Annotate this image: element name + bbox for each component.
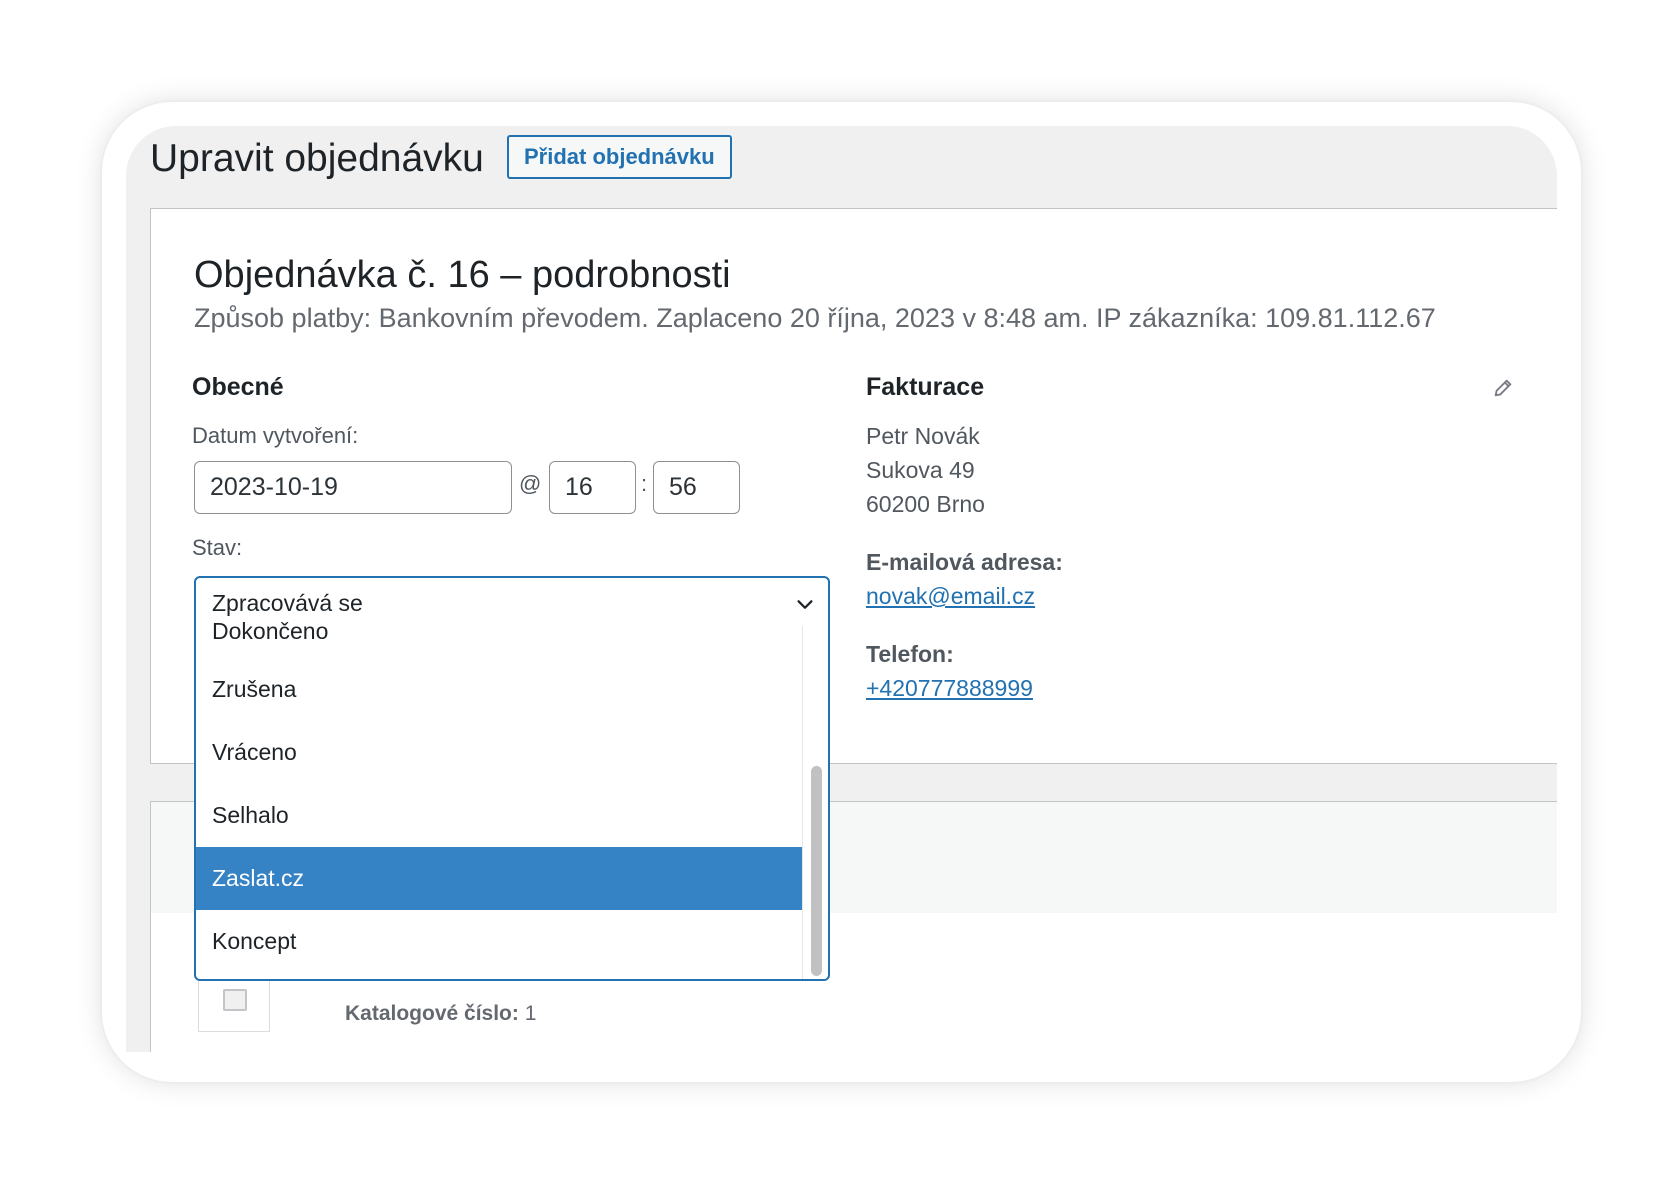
image-placeholder-icon: [223, 989, 247, 1011]
billing-street: Sukova 49: [866, 457, 975, 483]
at-separator: @: [519, 471, 542, 496]
hour-input[interactable]: 16: [549, 461, 636, 514]
status-option[interactable]: Dokončeno: [212, 618, 328, 645]
status-option[interactable]: Selhalo: [196, 784, 802, 847]
sku-line: Katalogové číslo: 1: [345, 1002, 536, 1026]
dropdown-scrollbar[interactable]: [802, 626, 827, 979]
billing-city: 60200 Brno: [866, 491, 985, 517]
time-colon: :: [641, 471, 648, 496]
order-payment-meta: Způsob platby: Bankovním převodem. Zapla…: [194, 303, 1436, 333]
date-created-input[interactable]: 2023-10-19: [194, 461, 512, 514]
chevron-down-icon[interactable]: [794, 594, 816, 616]
status-option[interactable]: Vráceno: [196, 721, 802, 784]
status-current-value[interactable]: Zpracovává se: [212, 590, 363, 617]
product-thumbnail: [198, 974, 270, 1032]
status-option-selected[interactable]: Zaslat.cz: [196, 847, 802, 910]
date-created-label: Datum vytvoření:: [192, 423, 359, 448]
add-order-button[interactable]: Přidat objednávku: [507, 135, 732, 179]
sku-label: Katalogové číslo:: [345, 1002, 519, 1025]
billing-name: Petr Novák: [866, 423, 980, 449]
sku-value: 1: [524, 1002, 537, 1025]
billing-email-link[interactable]: novak@email.cz: [866, 583, 1035, 610]
general-heading: Obecné: [192, 373, 284, 401]
pencil-icon[interactable]: [1492, 377, 1514, 399]
status-option[interactable]: Zrušena: [196, 658, 802, 721]
email-label: E-mailová adresa:: [866, 549, 1063, 575]
billing-heading: Fakturace: [866, 373, 985, 401]
status-select-dropdown[interactable]: Zpracovává se Dokončeno Zrušena Vráceno …: [194, 576, 830, 981]
status-label: Stav:: [192, 535, 243, 560]
page-title: Upravit objednávku: [150, 137, 484, 180]
phone-label: Telefon:: [866, 641, 954, 667]
minute-input[interactable]: 56: [653, 461, 740, 514]
status-option[interactable]: Koncept: [196, 910, 802, 973]
billing-phone-link[interactable]: +420777888999: [866, 675, 1033, 702]
scrollbar-thumb[interactable]: [811, 766, 822, 976]
order-title: Objednávka č. 16 – podrobnosti: [194, 254, 731, 296]
